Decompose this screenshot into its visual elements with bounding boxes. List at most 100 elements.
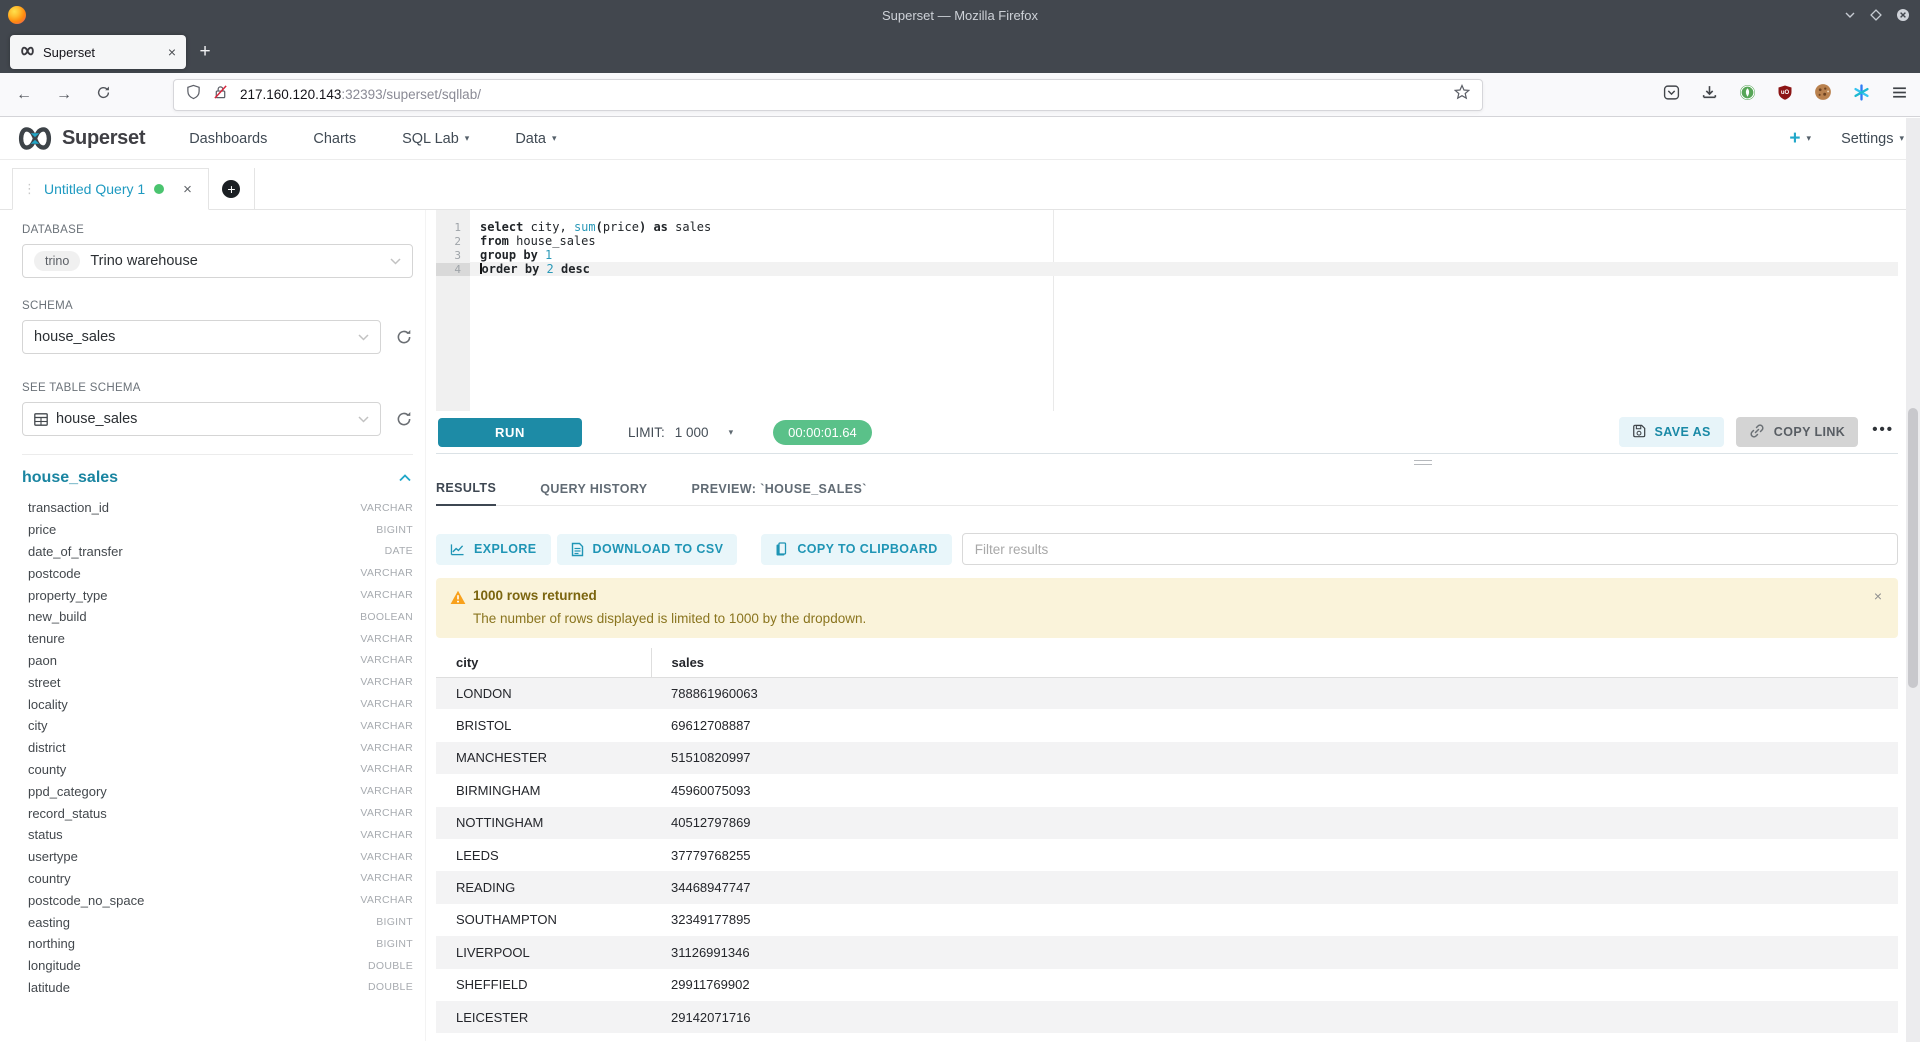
table-column-row: transaction_idVARCHAR [22, 497, 413, 519]
table-cell: 34468947747 [651, 871, 1898, 903]
pocket-icon[interactable] [1663, 84, 1680, 106]
run-button[interactable]: RUN [438, 418, 582, 447]
table-row: BIRMINGHAM45960075093 [436, 774, 1898, 806]
new-tab-button[interactable]: + [193, 40, 217, 64]
table-column-row: tenureVARCHAR [22, 628, 413, 650]
filter-results-input[interactable] [962, 533, 1898, 565]
window-maximize-icon[interactable] [1870, 9, 1882, 21]
sql-token: order by [482, 262, 540, 276]
sql-editor[interactable]: 1select city, sum(price) as sales2from h… [436, 210, 1898, 411]
query-tab-close-icon[interactable]: × [183, 181, 192, 198]
window-minimize-icon[interactable] [1844, 9, 1856, 21]
line-number: 3 [436, 249, 470, 262]
table-row: LIVERPOOL31126991346 [436, 936, 1898, 968]
nav-item-charts[interactable]: Charts [313, 131, 356, 147]
column-type: VARCHAR [360, 720, 413, 732]
explore-button[interactable]: EXPLORE [436, 534, 551, 565]
column-type: VARCHAR [360, 742, 413, 754]
table-column-row: new_buildBOOLEAN [22, 606, 413, 628]
limit-label: LIMIT: [628, 425, 665, 440]
scrollbar-thumb[interactable] [1908, 408, 1918, 688]
table-column-row: record_statusVARCHAR [22, 802, 413, 824]
nav-item-data[interactable]: Data▾ [515, 131, 556, 147]
copy-link-button[interactable]: COPY LINK [1736, 417, 1858, 447]
table-cell: 40512797869 [651, 807, 1898, 839]
column-type: VARCHAR [360, 763, 413, 775]
sql-token: 1 [545, 248, 552, 262]
chart-icon [450, 543, 465, 556]
add-new-menu[interactable]: + ▾ [1789, 129, 1811, 148]
window-close-icon[interactable] [1896, 8, 1910, 22]
download-csv-button[interactable]: DOWNLOAD TO CSV [557, 534, 738, 565]
column-type: VARCHAR [360, 894, 413, 906]
collapse-table-icon[interactable] [399, 474, 411, 482]
nav-item-label: Charts [313, 131, 356, 147]
reload-button[interactable] [96, 85, 111, 105]
privacy-badger-icon[interactable] [1739, 84, 1756, 106]
ublock-origin-icon[interactable]: uO [1777, 84, 1793, 106]
page-scrollbar [1906, 118, 1920, 1042]
url-bar[interactable]: 217.160.120.143:32393/superset/sqllab/ [173, 79, 1483, 111]
code-line: group by 1 [470, 248, 1898, 262]
column-name: district [28, 740, 66, 755]
column-type: VARCHAR [360, 676, 413, 688]
sql-token: select [480, 220, 523, 234]
run-toolbar: RUN LIMIT: 1 000 ▾ 00:00:01.64 SAVE AS C… [436, 411, 1898, 454]
limit-dropdown[interactable]: LIMIT: 1 000 ▾ [628, 425, 733, 440]
forward-button[interactable]: → [56, 86, 72, 104]
copy-clipboard-button[interactable]: COPY TO CLIPBOARD [761, 534, 951, 565]
alert-close-icon[interactable]: × [1874, 588, 1882, 604]
database-select[interactable]: trino Trino warehouse [22, 244, 413, 278]
shield-icon[interactable] [186, 84, 201, 105]
svg-text:uO: uO [1781, 90, 1790, 96]
table-column-row: postcodeVARCHAR [22, 562, 413, 584]
superset-logo[interactable]: Superset [16, 127, 145, 150]
bookmark-star-icon[interactable] [1454, 84, 1470, 105]
pane-splitter[interactable] [436, 454, 1898, 469]
column-name: city [28, 718, 48, 733]
column-name: date_of_transfer [28, 544, 123, 559]
browser-tab-superset[interactable]: Superset × [10, 35, 186, 69]
column-type: DOUBLE [368, 981, 413, 993]
nav-item-label: SQL Lab [402, 131, 459, 147]
save-as-button[interactable]: SAVE AS [1619, 417, 1724, 447]
tab-close-icon[interactable]: × [168, 44, 176, 60]
app-header: Superset Dashboards Charts SQL Lab▾ Data▾ +… [0, 118, 1920, 160]
refresh-table-icon[interactable] [395, 410, 413, 428]
table-select[interactable]: house_sales [22, 402, 381, 436]
schema-select[interactable]: house_sales [22, 320, 381, 354]
table-cell: 37779768255 [651, 839, 1898, 871]
brand-name: Superset [62, 127, 145, 150]
back-button[interactable]: ← [16, 86, 32, 104]
app-menu-icon[interactable] [1891, 84, 1908, 106]
database-label: DATABASE [22, 224, 413, 236]
browser-tabbar: Superset × + [0, 30, 1920, 73]
column-name: easting [28, 915, 70, 930]
container-asterisk-icon[interactable] [1853, 84, 1870, 106]
new-query-tab-button[interactable]: + [209, 168, 255, 210]
firefox-logo-icon [8, 6, 26, 24]
save-icon [1632, 424, 1646, 441]
result-tab-query-history[interactable]: QUERY HISTORY [540, 482, 647, 505]
splitter-handle-icon[interactable] [1414, 460, 1432, 465]
nav-item-sql-lab[interactable]: SQL Lab▾ [402, 131, 469, 147]
table-cell: 31126991346 [651, 936, 1898, 968]
settings-menu[interactable]: Settings ▾ [1841, 131, 1904, 147]
nav-item-dashboards[interactable]: Dashboards [189, 131, 267, 147]
database-engine-badge: trino [34, 251, 80, 271]
downloads-icon[interactable] [1701, 84, 1718, 106]
query-tab-strip: ⋮ Untitled Query 1 × + [0, 160, 1920, 210]
more-actions-button[interactable]: ••• [1872, 421, 1894, 438]
browser-titlebar: Superset — Mozilla Firefox [0, 0, 1920, 30]
result-tab-preview[interactable]: PREVIEW: `HOUSE_SALES` [692, 482, 867, 505]
plus-icon: + [1789, 129, 1800, 148]
sql-token: desc [561, 262, 590, 276]
query-tab-active[interactable]: ⋮ Untitled Query 1 × [12, 168, 209, 210]
cookie-manager-icon[interactable] [1814, 83, 1832, 106]
refresh-schema-icon[interactable] [395, 328, 413, 346]
superset-infinity-icon [16, 127, 54, 150]
lock-insecure-icon[interactable] [213, 84, 228, 105]
result-tab-results[interactable]: RESULTS [436, 481, 496, 506]
url-text[interactable]: 217.160.120.143:32393/superset/sqllab/ [240, 87, 1454, 102]
tab-menu-icon[interactable]: ⋮ [23, 181, 35, 197]
